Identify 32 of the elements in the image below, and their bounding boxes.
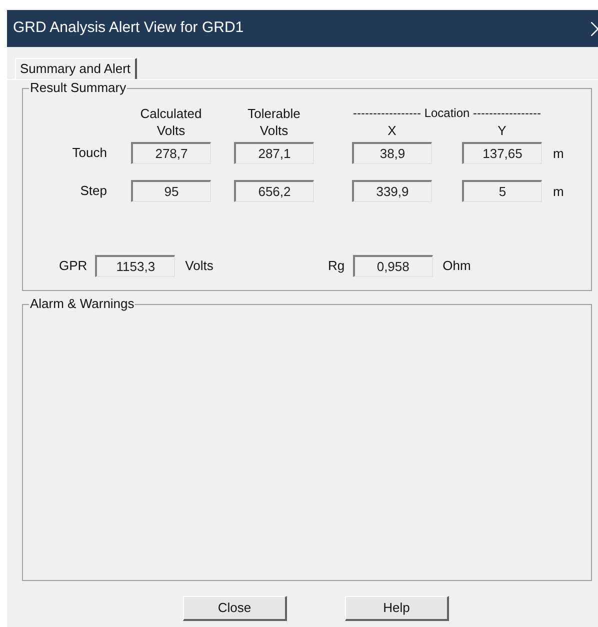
unit-label: Volts — [185, 257, 214, 276]
row-label: Touch — [71, 144, 108, 162]
group-title: Alarm & Warnings — [29, 296, 136, 312]
value-field: 38,9 — [352, 142, 432, 164]
value-field: 95 — [131, 180, 211, 202]
row-label: Step — [79, 182, 108, 200]
unit-label: m — [553, 145, 564, 163]
dialog-button[interactable]: Close — [183, 596, 287, 621]
unit-label: m — [553, 183, 564, 201]
column-header: Y — [498, 122, 506, 139]
tab[interactable]: Summary and Alert — [15, 58, 137, 79]
column-header: Volts — [260, 122, 288, 139]
unit-label: Ohm — [442, 257, 471, 276]
column-header: Calculated — [140, 105, 202, 122]
group-title: Result Summary — [29, 80, 128, 96]
value-field: 656,2 — [234, 180, 314, 202]
column-header: Volts — [156, 122, 186, 139]
window-title: GRD Analysis Alert View for GRD1 — [13, 18, 244, 38]
value-field: 0,958 — [352, 255, 433, 277]
rg-label: Rg — [328, 257, 345, 276]
dialog-button[interactable]: Help — [345, 596, 449, 621]
gpr-label: GPR — [59, 257, 88, 276]
location-header: ----------------- Location ----------------- — [352, 105, 542, 122]
value-field: 5 — [462, 180, 542, 202]
value-field: 1153,3 — [95, 255, 176, 277]
value-field: 137,65 — [462, 142, 542, 164]
column-header: Tolerable — [248, 105, 300, 122]
value-field: 278,7 — [131, 142, 211, 164]
value-field: 287,1 — [234, 142, 314, 164]
column-header: X — [388, 122, 396, 139]
close-icon[interactable] — [591, 22, 598, 36]
value-field: 339,9 — [352, 180, 432, 202]
